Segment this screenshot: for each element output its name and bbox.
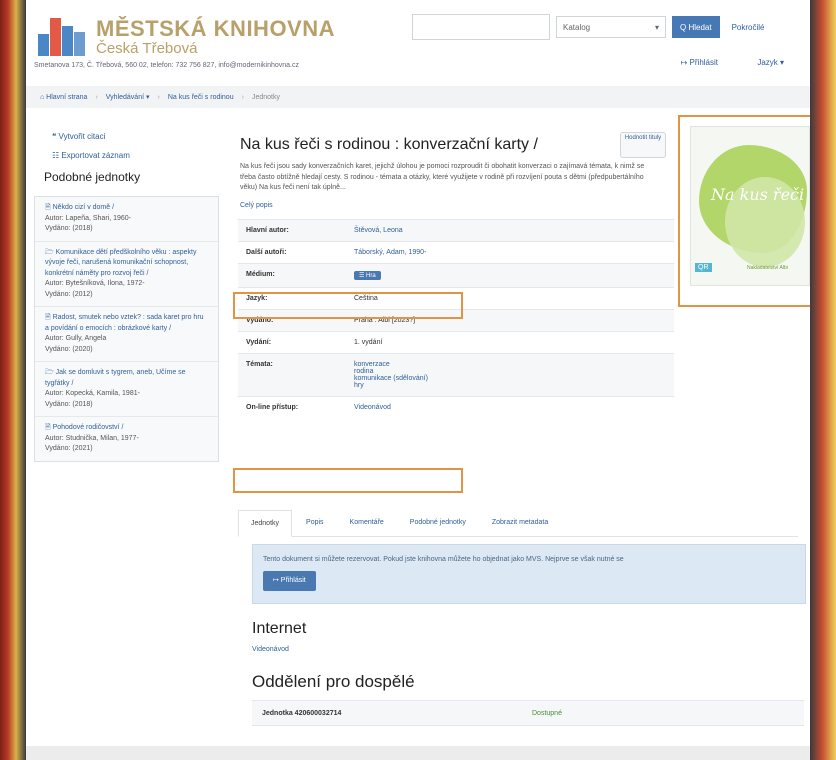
library-catalog-page: MĚSTSKÁ KNIHOVNA Česká Třebová Smetanova… (26, 0, 810, 760)
login-link[interactable]: ↦ Přihlásit (681, 58, 718, 67)
detail-label: Médium: (238, 262, 346, 287)
record-description: Na kus řeči jsou sady konverzačních kare… (240, 163, 645, 191)
export-record-link[interactable]: ☷ Exportovat záznam (52, 151, 230, 160)
main-author-link[interactable]: Štěvová, Leona (346, 218, 674, 241)
reservation-info-text: Tento dokument si můžete rezervovat. Pok… (263, 556, 624, 563)
similar-item-released: Vydáno: (2018) (45, 400, 93, 408)
topic-link[interactable]: konverzace (354, 361, 666, 368)
logo-title[interactable]: MĚSTSKÁ KNIHOVNA (96, 16, 335, 42)
logo-subtitle: Česká Třebová (96, 40, 198, 57)
search-button[interactable]: Q Hledat (672, 16, 720, 38)
detail-label: On-line přístup: (238, 395, 346, 418)
similar-item-title[interactable]: 🗁 Komunikace dětí předškolního věku : as… (45, 249, 196, 277)
breadcrumb-current: Jednotky (251, 93, 280, 101)
breadcrumb-record[interactable]: Na kus řeči s rodinou (168, 94, 234, 101)
detail-label: Témata: (238, 352, 346, 396)
reservation-info-panel: Tento dokument si můžete rezervovat. Pok… (252, 544, 806, 604)
other-author-link[interactable]: Táborský, Adam, 1990- (346, 240, 674, 263)
breadcrumb-search[interactable]: Vyhledávání ▾ (106, 93, 150, 101)
detail-label: Hlavní autor: (238, 218, 346, 241)
detail-label: Vydání: (238, 330, 346, 353)
internet-heading: Internet (252, 620, 307, 637)
similar-item-title[interactable]: 🗁 Jak se domluvit s tygrem, aneb, Učíme … (45, 369, 186, 387)
similar-item-released: Vydáno: (2020) (45, 345, 93, 353)
similar-item: 🗎 Radost, smutek nebo vztek? : sada kare… (35, 307, 218, 362)
cover-title: Na kus řeči (711, 185, 805, 204)
login-button[interactable]: ↦ Přihlásit (263, 571, 316, 591)
site-header: MĚSTSKÁ KNIHOVNA Česká Třebová Smetanova… (26, 0, 810, 86)
rate-title-button[interactable]: Hodnotit tituly (620, 132, 666, 158)
left-sidebar: ❝ Vytvořit citaci ☷ Exportovat záznam Po… (34, 124, 230, 192)
tab-description[interactable]: Popis (294, 510, 336, 536)
similar-item-title[interactable]: 🗎 Pohodové rodičovství / (45, 424, 123, 431)
topic-link[interactable]: hry (354, 382, 666, 389)
tab-metadata[interactable]: Zobrazit metadata (480, 510, 560, 536)
page-bottom-bar (26, 746, 810, 760)
availability-status: Dostupné (532, 709, 562, 717)
cover-publisher: Nakladatelství Albi (747, 265, 788, 271)
tab-items[interactable]: Jednotky (238, 510, 293, 537)
tab-similar-items[interactable]: Podobné jednotky (398, 510, 478, 536)
library-address: Smetanova 173, Č. Třebová, 560 02, telef… (34, 62, 299, 69)
record-main: Na kus řeči s rodinou : konverzační kart… (238, 124, 682, 418)
department-heading: Oddělení pro dospělé (252, 672, 415, 691)
advanced-search-link[interactable]: Pokročilé (732, 23, 765, 32)
search-type-select[interactable]: Katalog ▾ (556, 16, 666, 38)
similar-item-author: Autor: Studnička, Milan, 1977- (45, 434, 139, 442)
similar-item: 🗁 Jak se domluvit s tygrem, aneb, Učíme … (35, 362, 218, 417)
similar-item: 🗁 Komunikace dětí předškolního věku : as… (35, 242, 218, 307)
holding-item-id: Jednotka 420600032714 (262, 709, 342, 717)
similar-item-author: Autor: Gully, Angela (45, 335, 107, 342)
detail-row-main-author: Hlavní autor: Štěvová, Leona (238, 218, 674, 241)
similar-item-title[interactable]: 🗎 Radost, smutek nebo vztek? : sada kare… (45, 314, 204, 332)
similar-item: 🗎 Pohodové rodičovství / Autor: Studničk… (35, 417, 218, 461)
similar-item: 🗎 Někdo cizí v domě / Autor: Lapeña, Sha… (35, 197, 218, 242)
search-type-value: Katalog (563, 22, 591, 32)
topic-link[interactable]: komunikace (sdělování) (354, 375, 666, 382)
similar-item-author: Autor: Lapeña, Shari, 1960- (45, 214, 132, 222)
similar-item-released: Vydáno: (2021) (45, 445, 93, 452)
book-cover-image[interactable]: Na kus řeči QR Nakladatelství Albi (690, 126, 810, 286)
similar-item-author: Autor: Kopecká, Kamila, 1981- (45, 390, 140, 397)
create-citation-link[interactable]: ❝ Vytvořit citaci (52, 132, 230, 141)
detail-row-edition: Vydání: 1. vydání (238, 330, 674, 353)
language-menu[interactable]: Jazyk ▾ (757, 58, 784, 67)
breadcrumb-home[interactable]: ⌂ Hlavní strana (40, 94, 87, 101)
video-guide-link[interactable]: Videonávod (252, 646, 289, 653)
chevron-down-icon: ▾ (654, 22, 659, 32)
detail-label: Další autoři: (238, 240, 346, 263)
breadcrumb-separator: › (157, 93, 160, 101)
similar-item-title[interactable]: 🗎 Někdo cizí v domě / (45, 204, 114, 211)
cover-tag: QR (695, 263, 712, 272)
library-logo-icon[interactable] (38, 18, 90, 56)
edition-value: 1. vydání (346, 330, 674, 353)
holding-row: Jednotka 420600032714 Dostupné (252, 700, 804, 726)
breadcrumb: ⌂ Hlavní strana › Vyhledávání ▾ › Na kus… (26, 86, 810, 108)
search-input[interactable] (412, 14, 550, 40)
search-bar: Katalog ▾ Q Hledat Pokročilé (412, 14, 764, 40)
similar-item-released: Vydáno: (2018) (45, 225, 93, 232)
medium-badge: ☰ Hra (354, 270, 381, 280)
topic-link[interactable]: rodina (354, 368, 666, 375)
similar-items-list: 🗎 Někdo cizí v domě / Autor: Lapeña, Sha… (34, 196, 219, 462)
detail-row-online: On-line přístup: Videonávod (238, 395, 674, 418)
breadcrumb-separator: › (241, 93, 244, 101)
detail-row-medium: Médium: ☰ Hra (238, 262, 674, 287)
full-description-link[interactable]: Celý popis (240, 202, 682, 209)
similar-item-released: Vydáno: (2012) (45, 290, 93, 298)
similar-item-author: Autor: Bytešníková, Ilona, 1972- (45, 280, 145, 287)
detail-row-other-authors: Další autoři: Táborský, Adam, 1990- (238, 240, 674, 263)
similar-items-title: Podobné jednotky (44, 170, 141, 184)
tab-comments[interactable]: Komentáře (338, 510, 396, 536)
online-access-link[interactable]: Videonávod (346, 395, 674, 418)
online-access-highlight-box (233, 468, 463, 493)
record-title: Na kus řeči s rodinou : konverzační kart… (240, 136, 538, 153)
medium-highlight-box (233, 292, 463, 319)
breadcrumb-separator: › (95, 93, 98, 101)
detail-row-topics: Témata: konverzace rodina komunikace (sd… (238, 352, 674, 396)
record-tabs: Jednotky Popis Komentáře Podobné jednotk… (238, 510, 798, 537)
